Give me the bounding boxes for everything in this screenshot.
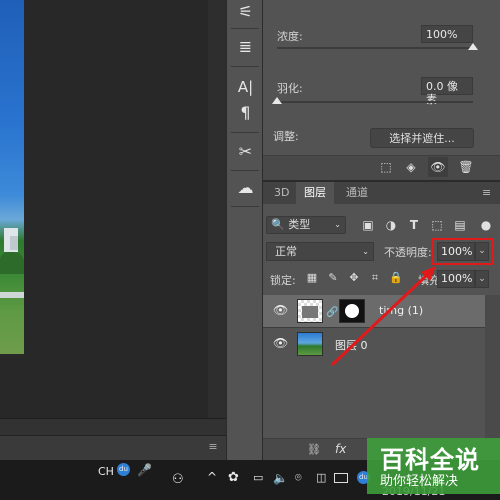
density-slider[interactable] [277, 47, 473, 49]
type-filter-icon[interactable]: T [406, 216, 422, 234]
app-tray-icon[interactable]: ✿ [228, 470, 239, 485]
density-label: 浓度: [277, 30, 303, 43]
app-tray-icon-2[interactable]: ◫ [316, 471, 326, 484]
canvas-scrollbar[interactable] [208, 0, 226, 418]
eye-icon[interactable]: 👁 [273, 304, 288, 316]
lock-position-icon[interactable]: ✥ [347, 270, 361, 286]
panel-icon-column: ⚟ ≣ A| ¶ ✂ ☁ [226, 0, 263, 460]
layer-name: 图层 0 [335, 339, 368, 352]
feather-label: 羽化: [277, 82, 303, 95]
blend-mode-value: 正常 [275, 245, 297, 258]
annotation-highlight-box [432, 238, 494, 265]
canvas-fence [0, 292, 24, 298]
divider [231, 132, 259, 133]
paragraph-icon[interactable]: ¶ [227, 103, 264, 122]
libraries-icon[interactable]: ☁ [227, 178, 264, 197]
layer-thumbnail [297, 299, 323, 323]
filter-toggle-icon[interactable]: ● [478, 216, 494, 234]
shape-filter-icon[interactable]: ⬚ [429, 216, 445, 234]
smart-object-filter-icon[interactable]: ▤ [452, 216, 468, 234]
tool-presets-icon[interactable]: ✂ [227, 142, 264, 161]
lock-all-icon[interactable]: 🔒 [389, 270, 403, 286]
tab-channels[interactable]: 通道 [338, 182, 376, 204]
trash-icon[interactable]: 🗑 [456, 157, 476, 177]
microphone-icon[interactable]: 🎤 [137, 463, 152, 477]
layer-filter-select[interactable]: 🔍 类型 ⌄ [266, 216, 346, 234]
density-field[interactable]: 100% [421, 25, 473, 43]
canvas-status-bar [0, 418, 226, 436]
layer-row[interactable]: 👁 图层 0 [263, 327, 485, 360]
link-icon[interactable]: 🔗 [326, 307, 338, 318]
divider [231, 206, 259, 207]
panel-dock-bottom [0, 435, 226, 461]
feather-field[interactable]: 0.0 像素 [421, 77, 473, 106]
layer-row[interactable]: 👁 🔗 timg (1) [263, 295, 485, 327]
filter-kind-value: 类型 [288, 218, 311, 231]
adjust-label: 调整: [273, 130, 299, 143]
pixel-filter-icon[interactable]: ▣ [360, 216, 376, 234]
mask-icon[interactable]: ◈ [401, 157, 421, 177]
fill-field[interactable]: 100% [437, 270, 475, 288]
keyboard-icon[interactable] [334, 473, 348, 483]
show-hidden-icons-chevron[interactable]: ^ [207, 470, 217, 484]
tab-3d[interactable]: 3D [266, 182, 297, 204]
feather-slider[interactable] [277, 101, 473, 103]
divider [231, 170, 259, 171]
layer-name: timg (1) [379, 304, 424, 317]
link-icon[interactable]: ⛓ [307, 443, 321, 456]
tab-layers[interactable]: 图层 [296, 182, 334, 204]
document-canvas[interactable] [0, 0, 226, 435]
blend-mode-select[interactable]: 正常 ⌄ [266, 242, 374, 261]
chevron-down-icon: ⌄ [362, 247, 369, 256]
canvas-image [0, 0, 24, 354]
battery-icon[interactable]: ▭ [253, 471, 263, 484]
visibility-eye-icon[interactable]: 👁 [428, 157, 448, 177]
lock-transparent-icon[interactable]: ▦ [305, 270, 319, 286]
select-and-mask-button[interactable]: 选择并遮住... [370, 128, 474, 148]
divider [231, 28, 259, 29]
feather-slider-thumb[interactable] [272, 97, 282, 104]
watermark-subtitle: 助你轻松解决 [380, 474, 459, 489]
chevron-down-icon: ⌄ [334, 220, 341, 229]
adjustment-filter-icon[interactable]: ◑ [383, 216, 399, 234]
canvas-trees [0, 252, 24, 274]
layer-thumbnail [297, 332, 323, 356]
character-icon[interactable]: A| [227, 78, 264, 96]
selection-icon[interactable]: ⬚ [376, 157, 396, 177]
search-icon: 🔍 [271, 218, 285, 231]
ime-language-indicator[interactable]: CH [98, 465, 114, 478]
ime-icon[interactable]: du [117, 463, 130, 476]
people-icon[interactable]: ⚇ [172, 472, 184, 487]
fill-dropdown-icon[interactable]: ⌄ [475, 270, 489, 288]
properties-panel: 浓度: 100% 羽化: 0.0 像素 调整: [263, 0, 500, 178]
menu-icon[interactable]: ≡ [207, 440, 219, 453]
clone-source-icon[interactable]: ≣ [227, 37, 264, 56]
speaker-icon[interactable]: 🔈 [273, 471, 288, 485]
brush-settings-icon[interactable]: ⚟ [227, 2, 264, 21]
fx-icon[interactable]: fx [335, 442, 346, 456]
lock-image-icon[interactable]: ✎ [326, 270, 340, 286]
layer-mask-thumbnail[interactable] [339, 299, 365, 323]
layers-scrollbar[interactable] [485, 295, 500, 440]
lock-label: 锁定: [270, 274, 296, 287]
eye-icon[interactable]: 👁 [273, 337, 288, 349]
density-slider-thumb[interactable] [468, 43, 478, 50]
lock-artboard-icon[interactable]: ⌗ [368, 270, 382, 286]
divider [231, 66, 259, 67]
network-icon[interactable]: ⌾ [295, 471, 302, 485]
opacity-label: 不透明度: [384, 246, 432, 259]
panel-menu-icon[interactable]: ≡ [482, 186, 496, 200]
canvas-building-2 [10, 236, 18, 250]
